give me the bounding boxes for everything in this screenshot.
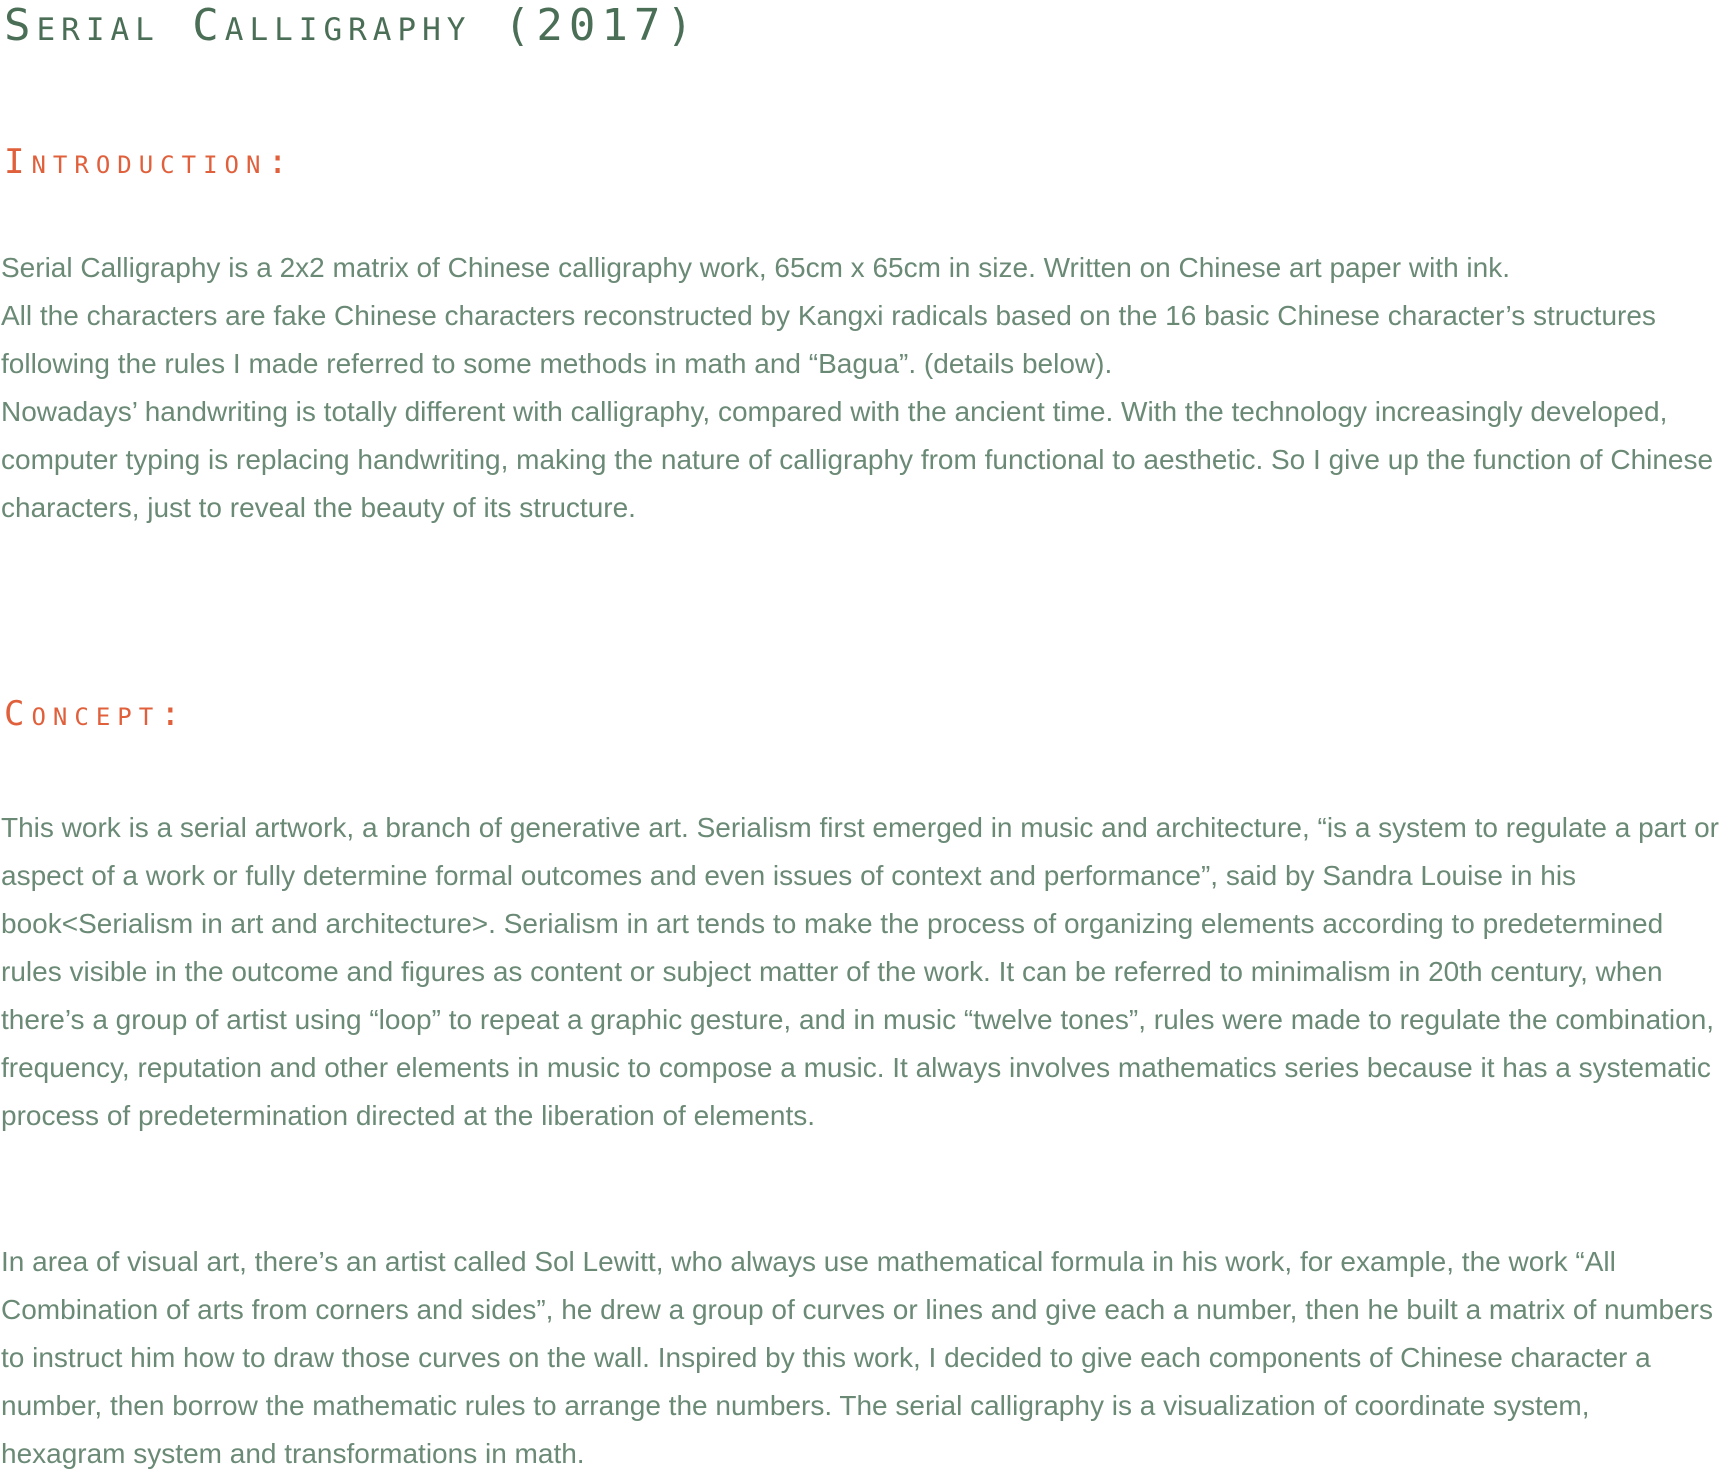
introduction-paragraph: All the characters are fake Chinese char… — [1, 300, 1656, 379]
concept-paragraph: In area of visual art, there’s an artist… — [1, 1246, 1713, 1469]
concept-heading: Concept: — [4, 694, 188, 734]
page-title: Serial Calligraphy (2017) — [4, 0, 699, 51]
concept-body: In area of visual art, there’s an artist… — [1, 1238, 1719, 1478]
concept-body: This work is a serial artwork, a branch … — [1, 804, 1719, 1140]
concept-paragraph: This work is a serial artwork, a branch … — [1, 812, 1720, 1131]
introduction-heading: Introduction: — [4, 142, 295, 182]
introduction-body: Serial Calligraphy is a 2x2 matrix of Ch… — [1, 244, 1719, 532]
introduction-paragraph: Serial Calligraphy is a 2x2 matrix of Ch… — [1, 252, 1511, 283]
introduction-paragraph: Nowadays’ handwriting is totally differe… — [1, 396, 1714, 523]
